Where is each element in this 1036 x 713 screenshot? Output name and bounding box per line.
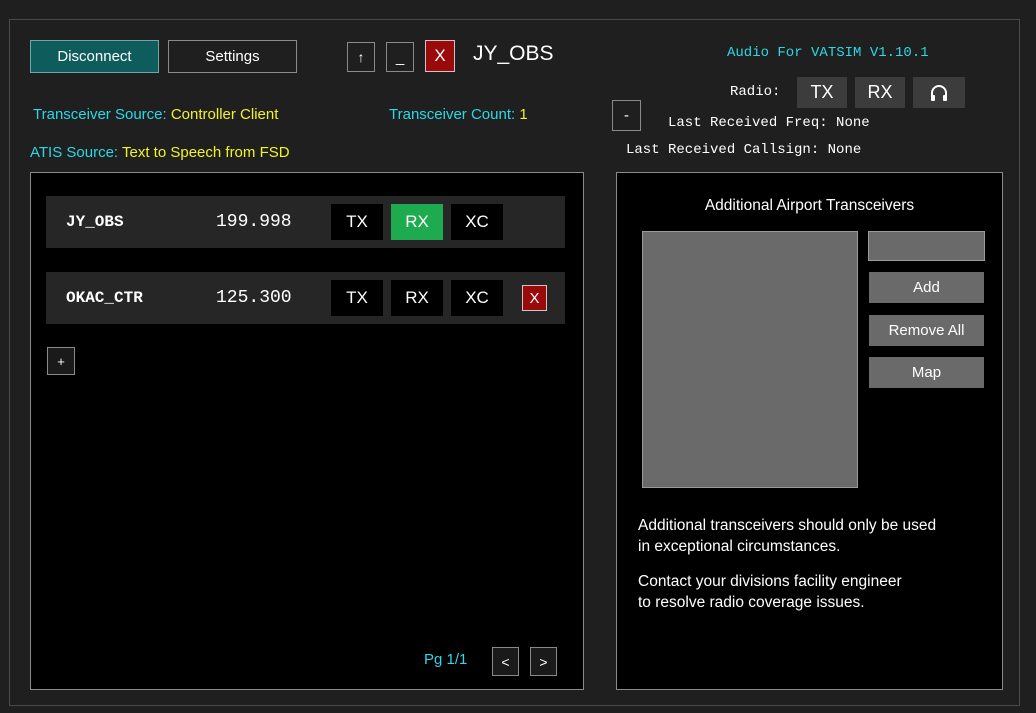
version-label: Audio For VATSIM V1.10.1 xyxy=(727,45,929,61)
page-indicator: Pg 1/1 xyxy=(424,651,468,668)
atis-source: ATIS Source: Text to Speech from FSD xyxy=(30,144,290,161)
usage-note-line2: in exceptional circumstances. xyxy=(638,538,841,555)
usage-note: Additional transceivers should only be u… xyxy=(638,515,936,557)
add-station-button[interactable]: + xyxy=(47,347,75,375)
disconnect-button[interactable]: Disconnect xyxy=(30,40,159,73)
station-xc-button[interactable]: XC xyxy=(451,204,503,240)
headphones-icon xyxy=(931,84,947,101)
station-callsign: JY_OBS xyxy=(66,213,124,231)
radio-label: Radio: xyxy=(730,84,781,100)
last-freq: Last Received Freq: None xyxy=(668,115,870,131)
station-remove-button[interactable]: X xyxy=(522,285,547,311)
window-callsign: JY_OBS xyxy=(473,42,554,65)
station-frequency: 125.300 xyxy=(216,288,292,308)
last-freq-label: Last Received Freq: xyxy=(668,115,828,131)
radio-rx-button[interactable]: RX xyxy=(855,77,905,108)
contact-note-line2: to resolve radio coverage issues. xyxy=(638,594,865,611)
last-callsign: Last Received Callsign: None xyxy=(626,142,861,158)
transceiver-count: Transceiver Count: 1 xyxy=(389,106,528,123)
stations-panel xyxy=(30,172,584,690)
station-row: OKAC_CTR 125.300 TX RX XC X xyxy=(46,272,565,324)
station-frequency: 199.998 xyxy=(216,212,292,232)
station-tx-button[interactable]: TX xyxy=(331,204,383,240)
last-callsign-label: Last Received Callsign: xyxy=(626,142,820,158)
headset-button[interactable] xyxy=(913,77,965,108)
station-row: JY_OBS 199.998 TX RX XC xyxy=(46,196,565,248)
prev-page-button[interactable]: < xyxy=(492,647,519,676)
station-xc-button[interactable]: XC xyxy=(451,280,503,316)
airport-heading: Additional Airport Transceivers xyxy=(704,197,915,214)
up-arrow-button[interactable]: ↑ xyxy=(347,42,375,72)
next-page-button[interactable]: > xyxy=(530,647,557,676)
collapse-button[interactable]: - xyxy=(612,100,641,131)
transceiver-source-value: Controller Client xyxy=(170,106,279,123)
transceiver-count-value: 1 xyxy=(519,106,528,123)
last-freq-value: None xyxy=(836,115,870,131)
atis-source-label: ATIS Source: xyxy=(30,144,119,161)
minimize-button[interactable]: _ xyxy=(386,42,414,72)
station-rx-button[interactable]: RX xyxy=(391,280,443,316)
last-callsign-value: None xyxy=(827,142,862,158)
add-airport-button[interactable]: Add xyxy=(869,272,984,303)
close-button[interactable]: X xyxy=(425,40,455,72)
map-button[interactable]: Map xyxy=(869,357,984,388)
atis-source-value: Text to Speech from FSD xyxy=(122,144,290,161)
transceiver-count-label: Transceiver Count: xyxy=(389,106,516,123)
station-rx-button[interactable]: RX xyxy=(391,204,443,240)
station-callsign: OKAC_CTR xyxy=(66,289,143,307)
station-tx-button[interactable]: TX xyxy=(331,280,383,316)
contact-note: Contact your divisions facility engineer… xyxy=(638,571,902,613)
remove-all-button[interactable]: Remove All xyxy=(869,315,984,346)
transceiver-source: Transceiver Source: Controller Client xyxy=(33,106,278,123)
transceiver-source-label: Transceiver Source: xyxy=(33,106,167,123)
airport-code-input[interactable] xyxy=(868,231,985,261)
usage-note-line1: Additional transceivers should only be u… xyxy=(638,517,937,534)
radio-tx-button[interactable]: TX xyxy=(797,77,847,108)
settings-button[interactable]: Settings xyxy=(168,40,297,73)
airport-list[interactable] xyxy=(642,231,858,488)
contact-note-line1: Contact your divisions facility engineer xyxy=(638,573,902,590)
